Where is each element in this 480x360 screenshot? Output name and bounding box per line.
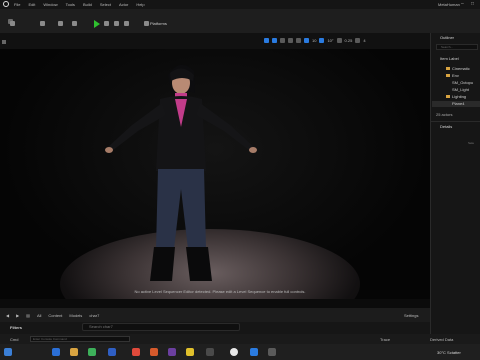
window-controls: – □ xyxy=(461,1,476,7)
file-explorer-icon[interactable] xyxy=(70,348,78,356)
minimize-icon[interactable]: – xyxy=(461,1,466,7)
app-title: MetaHuman xyxy=(438,2,460,7)
app-icon-2[interactable] xyxy=(108,348,116,356)
outliner-row-sm-octopu[interactable]: SM_Octopu xyxy=(432,80,480,86)
menu-item-select[interactable]: Select xyxy=(100,2,111,7)
eject-icon[interactable] xyxy=(124,21,129,26)
app-icon-1[interactable] xyxy=(88,348,96,356)
app-icon-3[interactable] xyxy=(150,348,158,356)
platforms-icon xyxy=(144,21,149,26)
grid-size-value[interactable]: 10 xyxy=(312,38,316,43)
stop-icon[interactable] xyxy=(114,21,119,26)
folder-icon: ▤ xyxy=(26,313,30,318)
app-icon-7[interactable] xyxy=(250,348,258,356)
back-icon[interactable]: ◀ xyxy=(6,313,9,318)
actors-count: 25 actors xyxy=(436,112,453,117)
filters-label[interactable]: Filters xyxy=(10,325,22,330)
breadcrumb: ◀ ▶ ▤ All Content Models char7 xyxy=(6,313,99,318)
row-label: Lighting xyxy=(452,94,467,99)
trace-button[interactable]: Trace xyxy=(380,337,390,342)
menu-item-tools[interactable]: Tools xyxy=(66,2,75,7)
rotation-snap-icon[interactable] xyxy=(319,38,325,43)
cmd-dropdown[interactable]: Cmd xyxy=(10,337,18,342)
add-actor-icon[interactable] xyxy=(40,21,45,26)
camera-speed-icon[interactable] xyxy=(355,38,361,43)
app-icon-4[interactable] xyxy=(168,348,176,356)
metahuman-character xyxy=(105,64,257,281)
grid-snap-icon[interactable] xyxy=(304,38,309,43)
rotation-snap-value[interactable]: 10° xyxy=(327,38,333,43)
windows-start-icon[interactable] xyxy=(4,348,12,356)
outliner-title: Outliner xyxy=(440,35,455,40)
select-mode-icon[interactable] xyxy=(264,38,269,43)
details-empty-text: Sele xyxy=(468,141,475,145)
mode-icon[interactable] xyxy=(10,21,15,26)
content-search-input[interactable]: Search char7 xyxy=(82,323,240,331)
app-icon-8[interactable] xyxy=(268,348,276,356)
outliner-row-cinematic[interactable]: Cinematic xyxy=(432,66,480,72)
scale-snap-icon[interactable] xyxy=(336,38,342,43)
app-icon-6[interactable] xyxy=(206,348,214,356)
unreal-taskbar-icon[interactable] xyxy=(230,348,238,356)
title-bar: File Edit Window Tools Build Select Acto… xyxy=(0,0,480,9)
outliner-search-input[interactable]: Search... xyxy=(436,44,478,50)
scale-snap-value[interactable]: 0.25 xyxy=(345,38,353,43)
menu-item-window[interactable]: Window xyxy=(43,2,57,7)
folder-icon xyxy=(446,95,450,99)
row-label: Cinematic xyxy=(452,66,470,71)
row-label: SM_Octopu xyxy=(452,80,474,85)
row-label: SM_Light xyxy=(452,87,469,92)
sequencer-message: No active Level Sequencer Editor detecte… xyxy=(134,289,306,294)
breadcrumb-char7[interactable]: char7 xyxy=(89,313,99,318)
cinematics-icon[interactable] xyxy=(72,21,77,26)
translate-icon[interactable] xyxy=(272,38,277,43)
breadcrumb-all[interactable]: All xyxy=(37,313,41,318)
edge-icon[interactable] xyxy=(52,348,60,356)
derived-data-button[interactable]: Derived Data xyxy=(430,337,453,342)
menu-item-help[interactable]: Help xyxy=(136,2,144,7)
row-label: Env xyxy=(452,73,459,78)
outliner-header[interactable]: Item Label xyxy=(432,56,480,62)
console-input[interactable]: Enter Console Command xyxy=(30,336,130,342)
details-panel xyxy=(430,121,480,334)
folder-icon xyxy=(446,67,450,71)
viewport-controls: 10 10° 0.25 4 xyxy=(264,38,366,43)
main-menu: File Edit Window Tools Build Select Acto… xyxy=(0,2,145,7)
row-label: Plane4 xyxy=(452,101,465,106)
outliner-row-lighting[interactable]: Lighting xyxy=(432,94,480,100)
platforms-button[interactable]: Platforms xyxy=(150,21,167,26)
menu-item-actor[interactable]: Actor xyxy=(119,2,128,7)
details-title: Details xyxy=(440,124,453,129)
menu-item-build[interactable]: Build xyxy=(83,2,92,7)
settings-button[interactable]: Settings xyxy=(404,313,418,318)
menu-item-edit[interactable]: Edit xyxy=(28,2,35,7)
outliner-row-env[interactable]: Env xyxy=(432,73,480,79)
weather-widget[interactable]: 30°C Sctatter xyxy=(437,350,461,355)
outliner-row-sm-light[interactable]: SM_Light xyxy=(432,87,480,93)
blueprint-icon[interactable] xyxy=(58,21,63,26)
viewport-menu-icon[interactable] xyxy=(2,40,6,44)
scale-icon[interactable] xyxy=(288,38,293,43)
unreal-logo-icon[interactable] xyxy=(3,1,9,7)
breadcrumb-models[interactable]: Models xyxy=(69,313,82,318)
menu-item-file[interactable]: File xyxy=(14,2,20,7)
maximize-icon[interactable]: □ xyxy=(471,1,476,7)
forward-icon[interactable]: ▶ xyxy=(16,313,19,318)
play-options-icon[interactable] xyxy=(104,21,109,26)
play-icon[interactable] xyxy=(94,20,100,28)
outliner-row-plane4[interactable]: Plane4 xyxy=(432,101,480,107)
folder-icon xyxy=(446,74,450,78)
camera-speed-value[interactable]: 4 xyxy=(363,38,365,43)
level-viewport[interactable] xyxy=(0,49,430,299)
world-icon[interactable] xyxy=(296,38,301,43)
app-icon-5[interactable] xyxy=(186,348,194,356)
rotate-icon[interactable] xyxy=(280,38,285,43)
chrome-icon[interactable] xyxy=(132,348,140,356)
breadcrumb-content[interactable]: Content xyxy=(48,313,62,318)
